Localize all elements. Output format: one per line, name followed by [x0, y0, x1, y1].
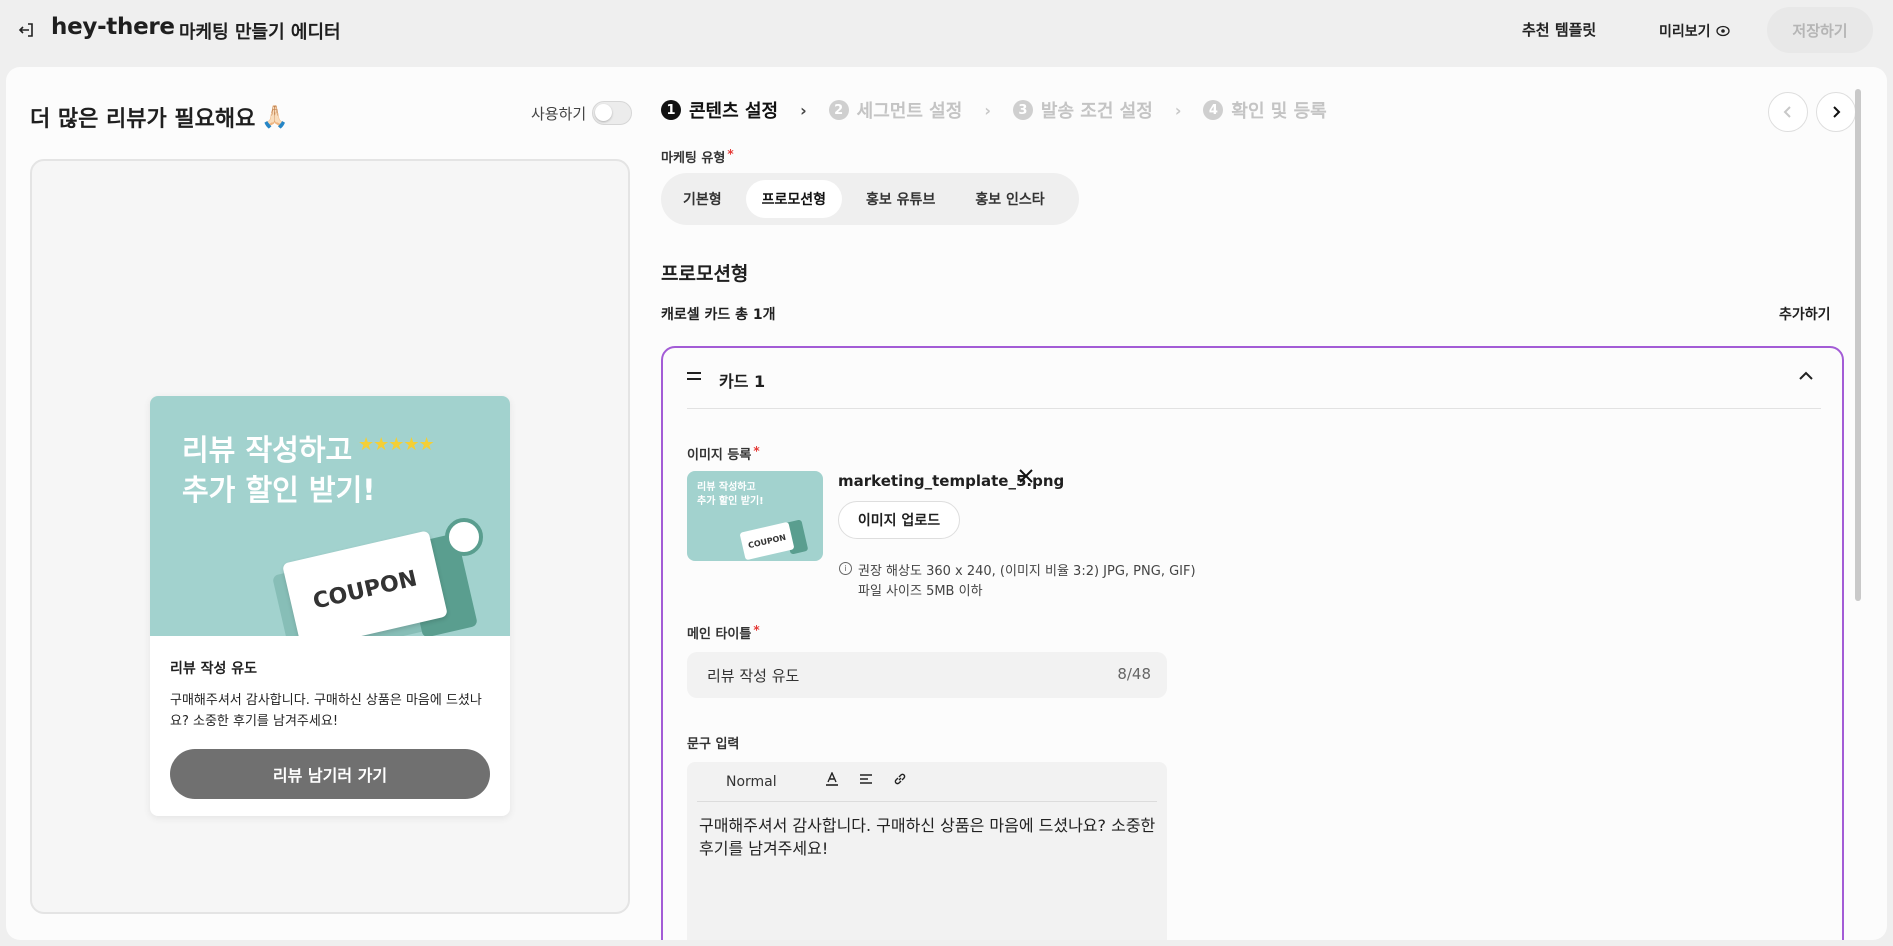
- step-label: 확인 및 등록: [1231, 101, 1327, 122]
- required-mark: *: [753, 444, 760, 458]
- marketing-type-label: 마케팅 유형 *: [661, 147, 734, 166]
- main-title-value: 리뷰 작성 유도: [707, 667, 800, 685]
- step-label: 발송 조건 설정: [1040, 101, 1153, 122]
- rich-text-editor: Normal 구매해주셔서 감사합니다. 구매하신 상품은 마음에 드셨나요? …: [687, 762, 1167, 940]
- main-title-label-text: 메인 타이틀: [687, 627, 752, 642]
- chevron-right-icon: [1833, 106, 1841, 118]
- coupon-graphic: COUPON: [282, 530, 448, 636]
- thumb-coupon: COUPON: [739, 521, 795, 561]
- editor-panel: 더 많은 리뷰가 필요해요 🙏🏻 사용하기 리뷰 작성하고 추가 할인 받기! …: [6, 67, 1887, 940]
- card-title: 카드 1: [719, 372, 766, 391]
- step-number: 1: [661, 100, 681, 120]
- step-number: 3: [1012, 100, 1033, 120]
- image-thumbnail: 리뷰 작성하고 추가 할인 받기! COUPON: [687, 471, 823, 561]
- marketing-type-selector: 기본형 프로모션형 홍보 유튜브 홍보 인스타: [661, 173, 1079, 225]
- card-preview: 리뷰 작성하고 추가 할인 받기! ★★★★★ COUPON 리뷰 작성 유도 …: [150, 396, 510, 816]
- marketing-name-text: 더 많은 리뷰가 필요해요: [30, 107, 256, 132]
- card-preview-cta-button[interactable]: 리뷰 남기러 가기: [170, 749, 490, 799]
- prev-step-button[interactable]: [1768, 92, 1808, 132]
- upload-hint-size: 파일 사이즈 5MB 이하: [858, 584, 983, 599]
- thumb-line2: 추가 할인 받기!: [697, 496, 764, 507]
- main-title-label: 메인 타이틀 *: [687, 623, 760, 642]
- next-step-button[interactable]: [1816, 92, 1856, 132]
- carousel-count: 캐로셀 카드 총 1개: [661, 307, 776, 323]
- card-editor: 카드 1 이미지 등록 * 리뷰 작성하고 추가 할인 받기! COUPON ma…: [661, 346, 1844, 940]
- marketing-name: 더 많은 리뷰가 필요해요 🙏🏻: [30, 101, 289, 133]
- top-header: hey-there 마케팅 만들기 에디터 추천 템플릿 미리보기 저장하기: [0, 0, 1893, 60]
- type-option-promotion[interactable]: 프로모션형: [745, 180, 843, 218]
- use-toggle[interactable]: [592, 101, 633, 125]
- preview-container: 리뷰 작성하고 추가 할인 받기! ★★★★★ COUPON 리뷰 작성 유도 …: [30, 159, 630, 914]
- recommended-template-link[interactable]: 추천 템플릿: [1522, 19, 1596, 40]
- text-color-icon[interactable]: [825, 771, 839, 790]
- editor-content[interactable]: 구매해주셔서 감사합니다. 구매하신 상품은 마음에 드셨나요? 소중한 후기를…: [699, 814, 1159, 860]
- link-icon[interactable]: [893, 772, 907, 790]
- step-label: 세그먼트 설정: [856, 101, 963, 122]
- save-button[interactable]: 저장하기: [1767, 7, 1873, 53]
- chevron-right-icon: ›: [984, 100, 991, 120]
- thumb-headline: 리뷰 작성하고 추가 할인 받기!: [697, 481, 764, 509]
- scrollbar-thumb[interactable]: [1855, 89, 1861, 601]
- card-preview-body: 리뷰 작성 유도 구매해주셔서 감사합니다. 구매하신 상품은 마음에 드셨나요…: [150, 636, 510, 799]
- thumb-line1: 리뷰 작성하고: [697, 482, 756, 493]
- chevron-up-icon[interactable]: [1798, 366, 1814, 385]
- type-option-youtube[interactable]: 홍보 유튜브: [850, 180, 951, 218]
- image-headline-line1: 리뷰 작성하고: [182, 433, 353, 467]
- exit-icon[interactable]: [16, 19, 38, 41]
- body-text-label: 문구 입력: [687, 737, 740, 752]
- step-number: 4: [1203, 100, 1224, 120]
- preview-label: 미리보기: [1659, 24, 1711, 40]
- use-toggle-group: 사용하기: [531, 101, 633, 125]
- chevron-right-icon: ›: [800, 100, 807, 120]
- main-title-input[interactable]: 리뷰 작성 유도 8/48: [687, 652, 1167, 698]
- image-headline: 리뷰 작성하고 추가 할인 받기!: [182, 430, 376, 510]
- step-confirm-register[interactable]: 4 확인 및 등록: [1203, 97, 1327, 123]
- image-headline-line2: 추가 할인 받기!: [182, 473, 376, 507]
- type-option-basic[interactable]: 기본형: [667, 180, 738, 218]
- marketing-type-label-text: 마케팅 유형: [661, 151, 726, 166]
- card-preview-description: 구매해주셔서 감사합니다. 구매하신 상품은 마음에 드셨나요? 소중한 후기를…: [170, 693, 482, 729]
- step-send-conditions[interactable]: 3 발송 조건 설정: [1012, 97, 1153, 123]
- editor-title: 마케팅 만들기 에디터: [179, 22, 341, 43]
- format-select[interactable]: Normal: [726, 774, 777, 790]
- close-icon[interactable]: [1017, 466, 1035, 491]
- card-divider: [687, 408, 1821, 409]
- card-preview-image: 리뷰 작성하고 추가 할인 받기! ★★★★★ COUPON: [150, 396, 510, 636]
- brand-logo: hey-there: [51, 14, 175, 40]
- pray-emoji: 🙏🏻: [261, 104, 289, 130]
- step-indicator: 1 콘텐츠 설정 › 2 세그먼트 설정 › 3 발송 조건 설정 › 4 확인…: [661, 97, 1327, 123]
- type-option-instagram[interactable]: 홍보 인스타: [959, 180, 1060, 218]
- chevron-left-icon: [1783, 106, 1791, 118]
- clock-icon: [445, 518, 483, 556]
- required-mark: *: [753, 623, 760, 637]
- main-title-char-count: 8/48: [1117, 665, 1151, 683]
- image-register-label-text: 이미지 등록: [687, 448, 752, 463]
- eye-icon: [1715, 25, 1730, 37]
- add-card-button[interactable]: 추가하기: [1779, 304, 1831, 324]
- editor-toolbar: Normal: [697, 762, 1157, 802]
- drag-handle-icon[interactable]: [687, 372, 701, 384]
- step-number: 2: [828, 100, 849, 120]
- image-register-label: 이미지 등록 *: [687, 444, 760, 463]
- align-icon[interactable]: [859, 772, 873, 790]
- section-title: 프로모션형: [661, 263, 749, 285]
- step-label: 콘텐츠 설정: [689, 101, 779, 122]
- image-upload-button[interactable]: 이미지 업로드: [838, 501, 960, 539]
- required-mark: *: [727, 147, 734, 161]
- step-segment-settings[interactable]: 2 세그먼트 설정: [828, 97, 963, 123]
- chevron-right-icon: ›: [1174, 100, 1182, 120]
- info-icon: i: [839, 562, 852, 575]
- use-toggle-label: 사용하기: [531, 104, 587, 123]
- card-preview-title: 리뷰 작성 유도: [170, 661, 258, 677]
- stars-icon: ★★★★★: [358, 434, 435, 455]
- preview-link[interactable]: 미리보기: [1659, 21, 1730, 41]
- step-content-settings[interactable]: 1 콘텐츠 설정: [661, 97, 778, 123]
- upload-hint-resolution: 권장 해상도 360 x 240, (이미지 비율 3:2) JPG, PNG,…: [858, 564, 1196, 579]
